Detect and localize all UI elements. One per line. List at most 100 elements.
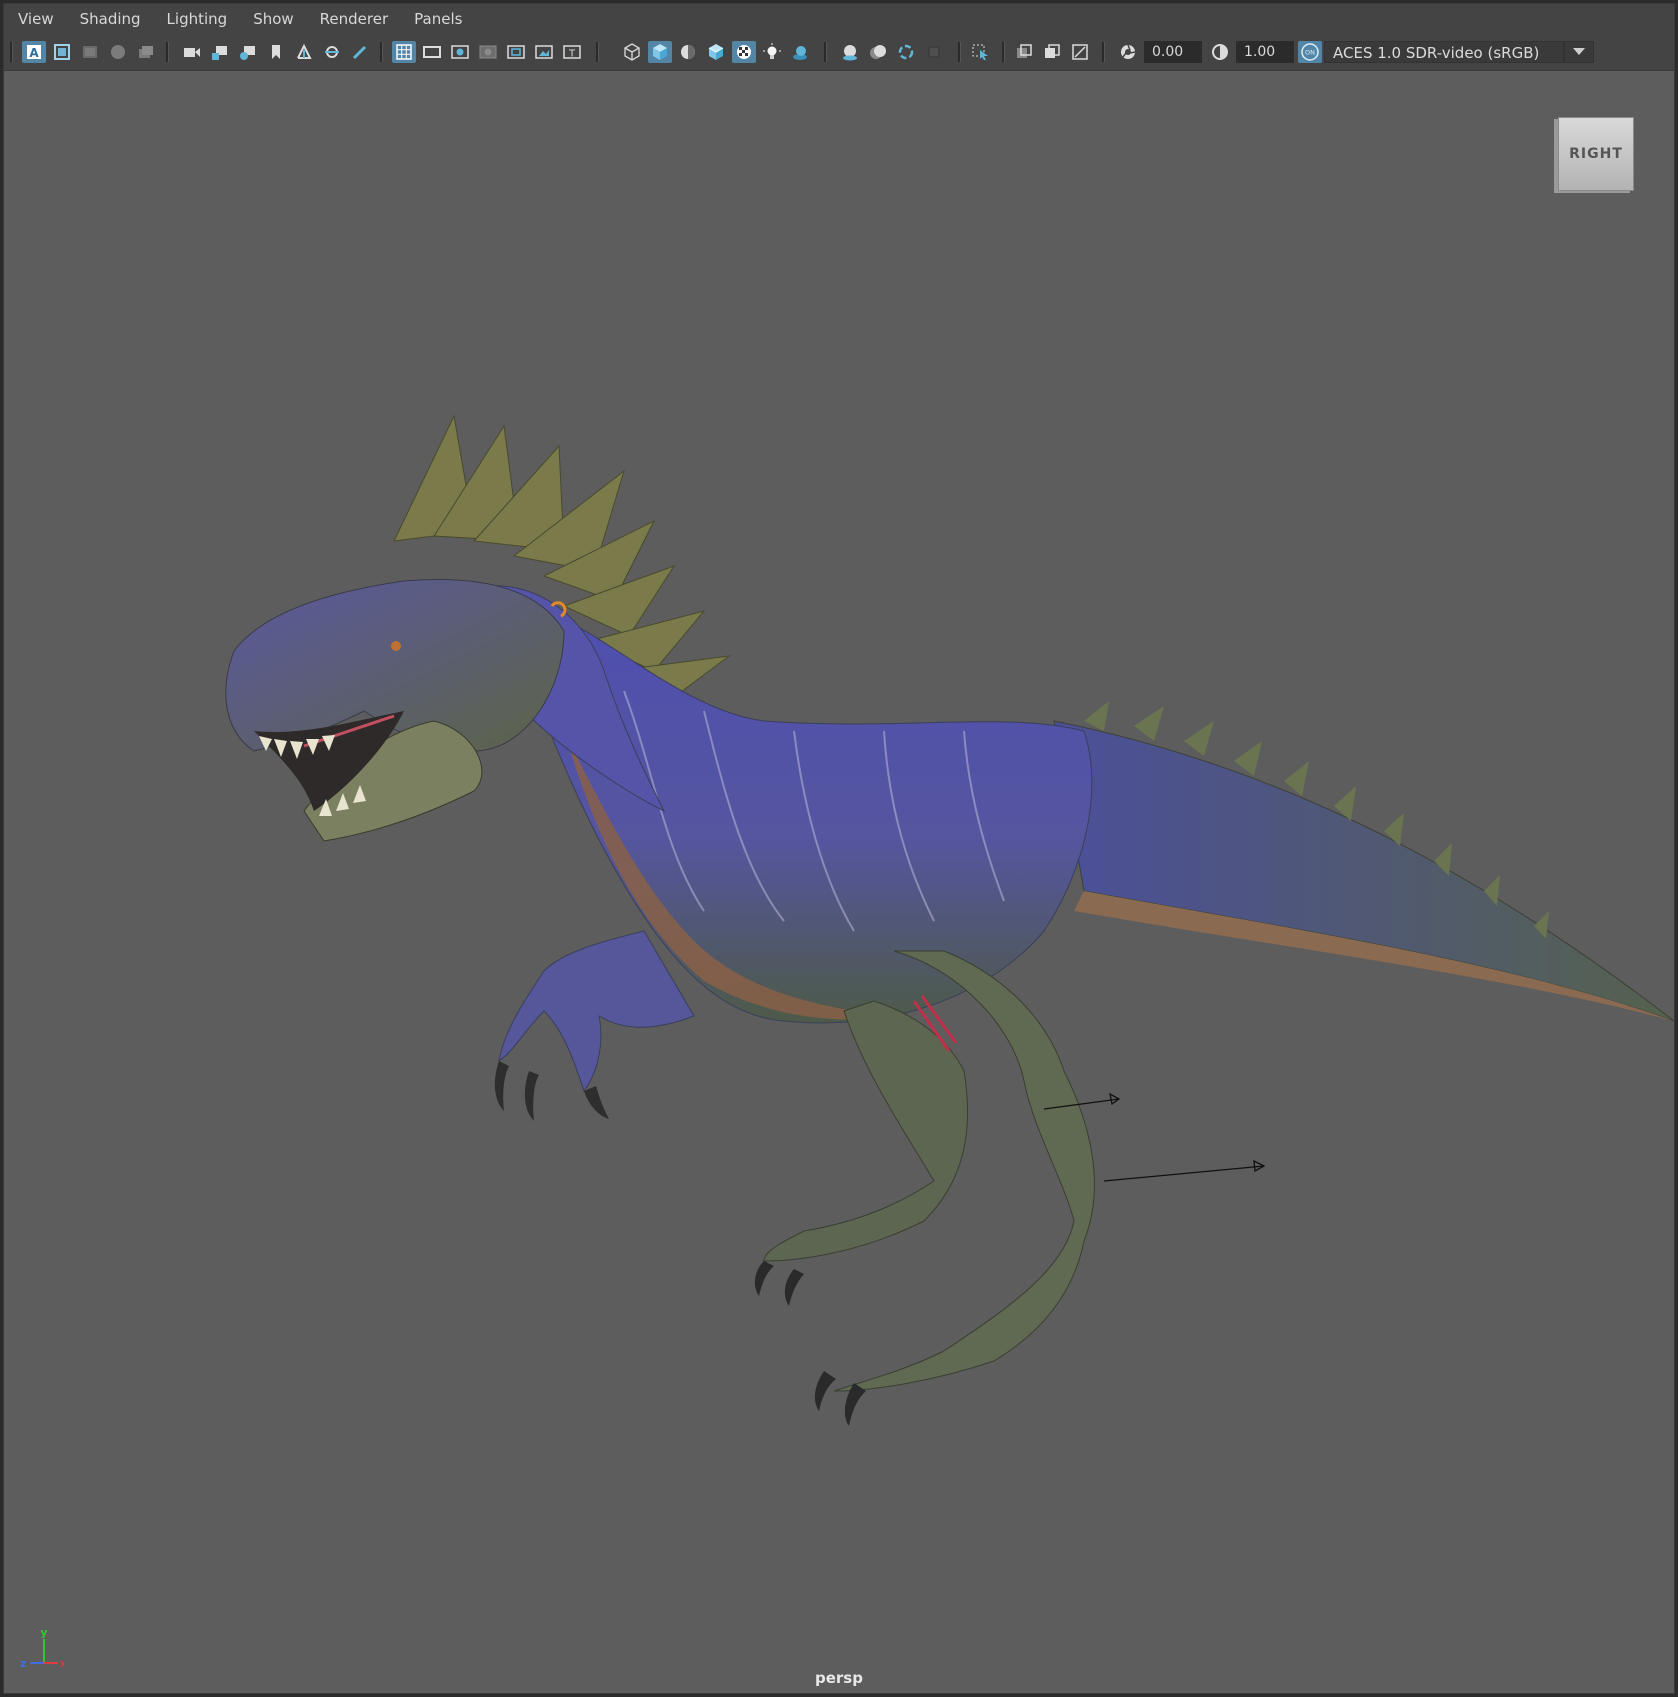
tail bbox=[1053, 720, 1674, 1022]
safe-action-button[interactable] bbox=[532, 41, 556, 63]
depth-of-field-icon bbox=[928, 46, 940, 58]
film-gate-icon bbox=[83, 46, 97, 58]
image-plane-button[interactable] bbox=[50, 41, 74, 63]
grid-toggle-button[interactable] bbox=[392, 41, 416, 63]
pencil-button[interactable] bbox=[348, 41, 372, 63]
light-bulb-icon bbox=[763, 43, 781, 59]
transform-icon bbox=[325, 46, 339, 58]
film-gate-icon bbox=[423, 46, 441, 58]
wireframe-cube-icon bbox=[624, 43, 640, 61]
shadows-button[interactable] bbox=[788, 41, 812, 63]
select-camera-button[interactable]: A bbox=[22, 41, 46, 63]
foot-claws bbox=[754, 1261, 866, 1426]
view-cube[interactable]: RIGHT bbox=[1558, 117, 1634, 191]
camera-name-label: persp bbox=[815, 1669, 863, 1687]
axis-gizmo: y x z bbox=[20, 1626, 64, 1670]
raptor-model[interactable] bbox=[4, 71, 1674, 1693]
resolution-gate-button[interactable] bbox=[448, 41, 472, 63]
gamma-icon bbox=[1212, 44, 1228, 60]
menu-shading[interactable]: Shading bbox=[66, 4, 153, 34]
depth-of-field-button[interactable] bbox=[922, 41, 946, 63]
smooth-shade-button[interactable] bbox=[648, 41, 672, 63]
layers-icon bbox=[139, 46, 153, 58]
color-management-toggle[interactable]: ON bbox=[1298, 41, 1322, 63]
camera-button[interactable] bbox=[180, 41, 204, 63]
wireframe-on-shaded-button[interactable] bbox=[704, 41, 728, 63]
toolbar-separator bbox=[166, 42, 169, 62]
2d-pan-zoom-button[interactable] bbox=[292, 41, 316, 63]
leg-back bbox=[763, 1000, 969, 1262]
multisample-aa-button[interactable] bbox=[894, 41, 918, 63]
wireframe-on-shaded-icon bbox=[708, 44, 724, 60]
pan-zoom-icon bbox=[297, 43, 312, 59]
3d-viewport[interactable]: RIGHT y x z persp bbox=[4, 71, 1674, 1693]
field-chart-button[interactable] bbox=[504, 41, 528, 63]
film-gate-button[interactable] bbox=[420, 41, 444, 63]
view-transform-dropdown[interactable]: ACES 1.0 SDR-video (sRGB) bbox=[1324, 41, 1564, 63]
camera-gear-icon bbox=[240, 46, 255, 60]
camera-lock-icon bbox=[212, 46, 227, 60]
toolbar-separator bbox=[1002, 42, 1005, 62]
isolate-select-icon bbox=[972, 44, 988, 60]
camera-settings-button[interactable] bbox=[236, 41, 260, 63]
safe-title-button[interactable]: T bbox=[560, 41, 584, 63]
resolution-gate-icon bbox=[451, 45, 469, 59]
menu-lighting[interactable]: Lighting bbox=[153, 4, 240, 34]
anti-aliasing-icon bbox=[898, 44, 914, 60]
wireframe-button[interactable] bbox=[620, 41, 644, 63]
use-all-lights-button[interactable] bbox=[760, 41, 784, 63]
camera-view-button[interactable] bbox=[134, 41, 158, 63]
aperture-icon bbox=[1121, 44, 1136, 59]
xray-components-button[interactable] bbox=[1068, 41, 1092, 63]
field-chart-icon bbox=[507, 45, 525, 59]
isolate-select-button[interactable] bbox=[968, 41, 992, 63]
xray-button[interactable] bbox=[1012, 41, 1036, 63]
arm bbox=[498, 930, 695, 1093]
svg-text:T: T bbox=[568, 49, 576, 60]
bookmark-button[interactable] bbox=[106, 41, 130, 63]
view-transform-dropdown-button[interactable] bbox=[1564, 41, 1594, 63]
motion-blur-button[interactable] bbox=[866, 41, 890, 63]
gate-mask-button[interactable] bbox=[476, 41, 500, 63]
grid-icon bbox=[396, 44, 412, 60]
svg-text:ON: ON bbox=[1305, 49, 1315, 57]
xray-icon bbox=[1017, 44, 1032, 58]
exposure-button[interactable] bbox=[1116, 41, 1140, 63]
gamma-button[interactable] bbox=[1208, 41, 1232, 63]
safe-title-icon: T bbox=[563, 45, 581, 60]
gamma-field[interactable]: 1.00 bbox=[1236, 41, 1294, 63]
svg-text:A: A bbox=[29, 46, 39, 60]
toolbar-separator bbox=[958, 42, 961, 62]
grease-pencil-tool-button[interactable] bbox=[320, 41, 344, 63]
pencil-icon bbox=[352, 45, 367, 60]
exposure-field[interactable]: 0.00 bbox=[1144, 41, 1202, 63]
bookmark-camera-button[interactable] bbox=[264, 41, 288, 63]
panel-menubar: View Shading Lighting Show Renderer Pane… bbox=[4, 4, 1674, 34]
lock-camera-button[interactable] bbox=[208, 41, 232, 63]
shadow-sphere-icon bbox=[793, 46, 807, 60]
screen-space-ao-button[interactable] bbox=[838, 41, 862, 63]
menu-renderer[interactable]: Renderer bbox=[306, 4, 400, 34]
grease-pencil-button[interactable] bbox=[78, 41, 102, 63]
color-management-on-icon: ON bbox=[1301, 43, 1319, 61]
xray-joints-button[interactable] bbox=[1040, 41, 1064, 63]
eye bbox=[391, 641, 401, 651]
safe-action-icon bbox=[535, 45, 553, 59]
viewport-panel: View Shading Lighting Show Renderer Pane… bbox=[3, 3, 1675, 1694]
toolbar-separator bbox=[380, 42, 383, 62]
bookmark-icon bbox=[272, 45, 280, 59]
panel-toolbar: A T 0.00 1.00 ON ACES 1.0 SDR-video (sRG… bbox=[4, 34, 1674, 71]
default-material-icon bbox=[681, 45, 695, 59]
image-plane-icon bbox=[54, 44, 70, 60]
textured-button[interactable] bbox=[732, 41, 756, 63]
toolbar-separator bbox=[596, 42, 599, 62]
gate-mask-icon bbox=[479, 45, 497, 59]
menu-show[interactable]: Show bbox=[239, 4, 305, 34]
movie-camera-icon bbox=[184, 48, 200, 57]
toolbar-separator bbox=[10, 42, 13, 62]
default-material-button[interactable] bbox=[676, 41, 700, 63]
menu-panels[interactable]: Panels bbox=[400, 4, 474, 34]
menu-view[interactable]: View bbox=[4, 4, 66, 34]
ambient-occlusion-icon bbox=[843, 45, 857, 61]
xray-components-icon bbox=[1072, 44, 1088, 60]
